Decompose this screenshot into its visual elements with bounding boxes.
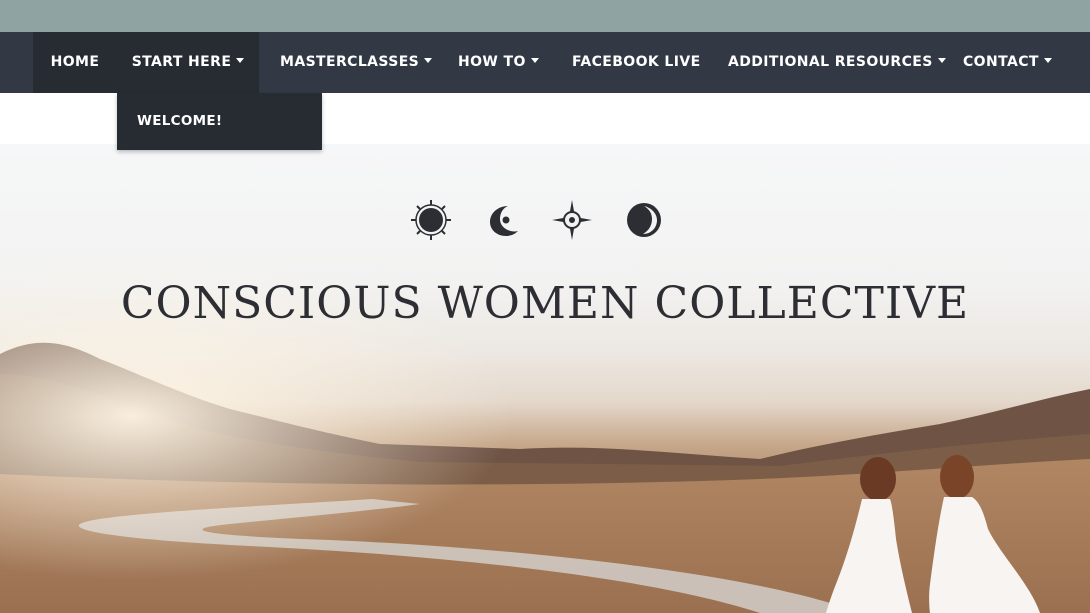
nav-start-here[interactable]: START HERE [117, 32, 259, 93]
nav-how-to[interactable]: HOW TO [458, 32, 539, 93]
nav-home-label: HOME [50, 54, 100, 70]
nav-start-here-label: START HERE [131, 54, 232, 70]
nav-additional-resources-label: ADDITIONAL RESOURCES [728, 54, 933, 70]
nav-contact[interactable]: CONTACT [963, 32, 1052, 93]
start-here-dropdown: WELCOME! [117, 93, 322, 150]
hero-icon-row [0, 198, 1090, 242]
brand-title: CONSCIOUS WOMEN COLLECTIVE [120, 278, 970, 329]
nav-contact-label: CONTACT [963, 54, 1039, 70]
caret-down-icon [236, 57, 245, 63]
nav-home[interactable]: HOME [33, 32, 117, 93]
nav-facebook-live[interactable]: FACEBOOK LIVE [572, 32, 701, 93]
top-bar [0, 0, 1090, 32]
crescent-moon-icon [490, 206, 518, 236]
hero-banner [0, 144, 1090, 613]
nav-additional-resources[interactable]: ADDITIONAL RESOURCES [728, 32, 946, 93]
caret-down-icon [1043, 57, 1052, 63]
nav-how-to-label: HOW TO [458, 54, 526, 70]
caret-down-icon [530, 57, 539, 63]
main-nav: HOME START HERE MASTERCLASSES HOW TO FAC… [0, 32, 1090, 93]
nav-masterclasses-label: MASTERCLASSES [280, 54, 420, 70]
moon-phase-icon [627, 203, 661, 237]
dropdown-item-welcome[interactable]: WELCOME! [137, 93, 222, 150]
nav-facebook-live-label: FACEBOOK LIVE [572, 54, 701, 70]
nav-masterclasses[interactable]: MASTERCLASSES [280, 32, 433, 93]
caret-down-icon [424, 57, 433, 63]
star-compass-icon [552, 200, 592, 240]
sun-icon [411, 200, 451, 240]
caret-down-icon [937, 57, 946, 63]
